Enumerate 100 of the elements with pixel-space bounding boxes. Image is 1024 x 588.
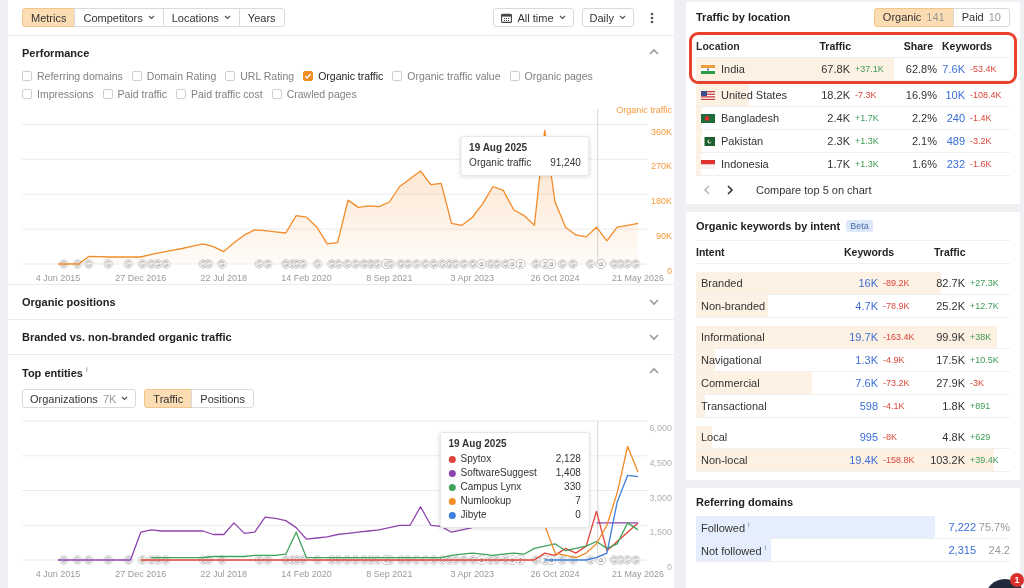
keywords-link[interactable]: 7.6K bbox=[937, 63, 965, 75]
keywords-link[interactable]: 19.7K bbox=[838, 331, 878, 343]
intent-label: Non-local bbox=[700, 454, 749, 466]
x-tick-label: 22 Jul 2018 bbox=[200, 273, 247, 283]
tooltip-label: Jibyte bbox=[460, 508, 488, 522]
beta-badge: Beta bbox=[846, 220, 873, 232]
traffic-type-toggle[interactable]: Paid 10 bbox=[952, 7, 1010, 27]
notification-badge: 1 bbox=[1010, 573, 1024, 587]
count-link[interactable]: 2,315 bbox=[916, 544, 976, 556]
traffic-value: 2.3K bbox=[826, 135, 850, 147]
checkbox-label[interactable]: Domain Rating bbox=[146, 70, 217, 82]
checkbox-label[interactable]: Organic pages bbox=[524, 70, 593, 82]
x-tick-label: 26 Oct 2024 bbox=[530, 569, 580, 579]
column-header: Traffic bbox=[818, 40, 851, 52]
location-name: Pakistan bbox=[721, 135, 765, 147]
traffic-value: 1.8K bbox=[941, 400, 965, 412]
view-toggle[interactable]: Positions bbox=[191, 389, 254, 408]
keywords-change: -89.2K bbox=[882, 278, 911, 288]
share-value: 16.9% bbox=[904, 89, 937, 101]
checkbox-label[interactable]: Organic traffic value bbox=[407, 70, 501, 82]
tooltip-value: 91,240 bbox=[550, 156, 581, 170]
checkbox-label[interactable]: Impressions bbox=[37, 88, 94, 100]
keywords-link[interactable]: 598 bbox=[838, 400, 878, 412]
section-title: Performance bbox=[22, 47, 90, 59]
tooltip-label: Spytox bbox=[460, 452, 493, 466]
location-name: United States bbox=[721, 89, 789, 101]
keywords-link[interactable]: 489 bbox=[937, 135, 965, 147]
keywords-link[interactable]: 10K bbox=[937, 89, 965, 101]
keywords-link[interactable]: 1.3K bbox=[838, 354, 878, 366]
keywords-link[interactable]: 232 bbox=[937, 158, 965, 170]
compare-link[interactable]: Compare top 5 on chart bbox=[756, 184, 872, 196]
keywords-link[interactable]: 19.4K bbox=[838, 454, 878, 466]
x-tick-label: 14 Feb 2020 bbox=[281, 273, 332, 283]
row-label: Followed $^{i}$ bbox=[700, 520, 751, 534]
keywords-change: -4.9K bbox=[882, 355, 906, 365]
tooltip-value: 7 bbox=[575, 494, 581, 508]
view-toggle[interactable]: Traffic bbox=[144, 389, 193, 408]
x-tick-label: 27 Dec 2016 bbox=[115, 273, 167, 283]
column-header: Share bbox=[902, 40, 933, 52]
metric-tab[interactable]: Years bbox=[238, 8, 285, 27]
location-name: Bangladesh bbox=[721, 112, 781, 124]
x-tick-label: 8 Sep 2021 bbox=[366, 273, 413, 283]
keywords-link[interactable]: 4.7K bbox=[838, 300, 878, 312]
checkbox-label[interactable]: Crawled pages bbox=[286, 88, 357, 100]
section-title: Branded vs. non-branded organic traffic bbox=[22, 331, 232, 343]
intent-label: Informational bbox=[700, 331, 766, 343]
checkbox-label[interactable]: Referring domains bbox=[37, 70, 123, 82]
entity-type-dropdown[interactable]: Organizations 7K bbox=[22, 389, 137, 408]
keywords-link[interactable]: 240 bbox=[937, 112, 965, 124]
y-tick-label: 4,500 bbox=[649, 457, 672, 468]
card-title: Referring domains bbox=[696, 496, 794, 508]
keywords-change: -108.4K bbox=[969, 90, 1003, 100]
interval-dropdown[interactable]: Daily bbox=[581, 8, 634, 27]
column-header: Traffic bbox=[933, 246, 967, 258]
keywords-link[interactable]: 16K bbox=[838, 277, 878, 289]
tooltip-value: 330 bbox=[564, 480, 581, 494]
traffic-value: 103.2K bbox=[929, 454, 965, 466]
y-tick-label: 3,000 bbox=[649, 492, 672, 503]
x-tick-label: 4 Jun 2015 bbox=[35, 273, 81, 283]
checkbox-label[interactable]: Paid traffic cost bbox=[191, 88, 263, 100]
intent-label: Non-branded bbox=[700, 300, 767, 312]
location-name: India bbox=[721, 63, 746, 75]
y-tick-label: 180K bbox=[650, 196, 672, 207]
checkbox-label[interactable]: Organic traffic bbox=[318, 70, 384, 82]
x-tick-label: 3 Apr 2023 bbox=[450, 273, 494, 283]
tooltip-value: 1,408 bbox=[555, 466, 581, 480]
keywords-change: -4.1K bbox=[882, 401, 906, 411]
y-tick-label: 90K bbox=[656, 231, 672, 242]
keywords-link[interactable]: 7.6K bbox=[838, 377, 878, 389]
traffic-change: +27.3K bbox=[969, 278, 1000, 288]
traffic-type-toggle[interactable]: Organic 141 bbox=[873, 7, 954, 27]
x-tick-label: 21 May 2026 bbox=[611, 569, 664, 579]
metric-tab[interactable]: Locations bbox=[162, 8, 240, 27]
checkbox-label[interactable]: Paid traffic bbox=[117, 88, 168, 100]
keywords-change: -53.4K bbox=[969, 64, 998, 74]
traffic-change: +1.3K bbox=[854, 159, 880, 169]
section-title: Organic positions bbox=[22, 296, 116, 308]
traffic-change: +39.4K bbox=[969, 455, 1000, 465]
keywords-link[interactable]: 995 bbox=[838, 431, 878, 443]
traffic-value: 4.8K bbox=[941, 431, 965, 443]
tooltip-label: Campus Lynx bbox=[460, 480, 523, 494]
y-tick-label: 0 bbox=[667, 266, 672, 276]
keywords-change: -1.4K bbox=[969, 113, 993, 123]
traffic-change: +12.7K bbox=[969, 301, 1000, 311]
keywords-change: -163.4K bbox=[882, 332, 916, 342]
checkbox-label[interactable]: URL Rating bbox=[240, 70, 295, 82]
metric-tab[interactable]: Competitors bbox=[74, 8, 164, 27]
tooltip-label: SoftwareSuggest bbox=[460, 466, 538, 480]
date-range-dropdown[interactable]: All time bbox=[493, 8, 574, 27]
traffic-value: 27.9K bbox=[935, 377, 965, 389]
column-header: Intent bbox=[696, 246, 726, 258]
location-name: Indonesia bbox=[721, 158, 770, 170]
keywords-change: -8K bbox=[882, 432, 898, 442]
column-header: Keywords bbox=[844, 246, 896, 258]
column-header: Location bbox=[696, 40, 741, 52]
count-link[interactable]: 7,222 bbox=[916, 521, 976, 533]
share-value: 1.6% bbox=[910, 158, 937, 170]
metric-tab[interactable]: Metrics bbox=[22, 8, 76, 27]
row-label: Not followed $^{i}$ bbox=[700, 543, 768, 557]
traffic-change: +1.7K bbox=[854, 113, 880, 123]
